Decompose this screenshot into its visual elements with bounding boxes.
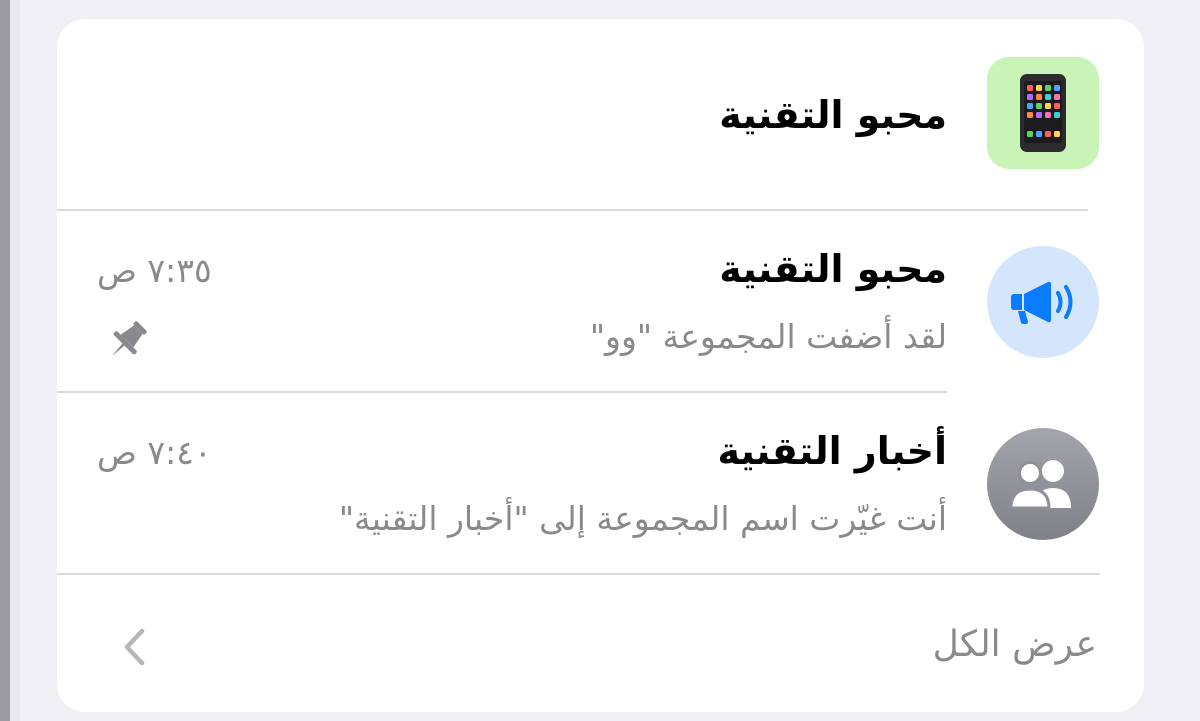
chat-title: أخبار التقنية: [717, 429, 947, 473]
chat-row[interactable]: [57, 393, 1144, 573]
chat-preview: أنت غيّرت اسم المجموعة إلى "أخبار التقني…: [338, 499, 947, 538]
mobile-phone-icon: [1020, 74, 1066, 152]
window-edge-shadow: [10, 0, 20, 721]
chevron-left-icon[interactable]: [115, 623, 155, 671]
chat-title: محبو التقنية: [719, 247, 947, 291]
community-avatar: [987, 57, 1099, 169]
pin-icon: [112, 321, 147, 356]
chat-preview: لقد أضفت المجموعة "وو": [589, 317, 947, 356]
chat-avatar: [987, 246, 1099, 358]
chats-card: محبو التقنية محبو التقنية ٧:٣٥ ص لقد أضف…: [57, 19, 1144, 712]
chat-row[interactable]: [57, 211, 1144, 391]
see-all-link[interactable]: عرض الكل: [857, 619, 1097, 671]
community-title: محبو التقنية: [719, 93, 947, 137]
group-icon: [1009, 460, 1071, 510]
chat-time: ٧:٤٠ ص: [97, 433, 212, 472]
window-edge: [0, 0, 10, 721]
chat-avatar: [987, 428, 1099, 540]
megaphone-icon: [1011, 281, 1073, 325]
chat-time: ٧:٣٥ ص: [97, 251, 212, 290]
